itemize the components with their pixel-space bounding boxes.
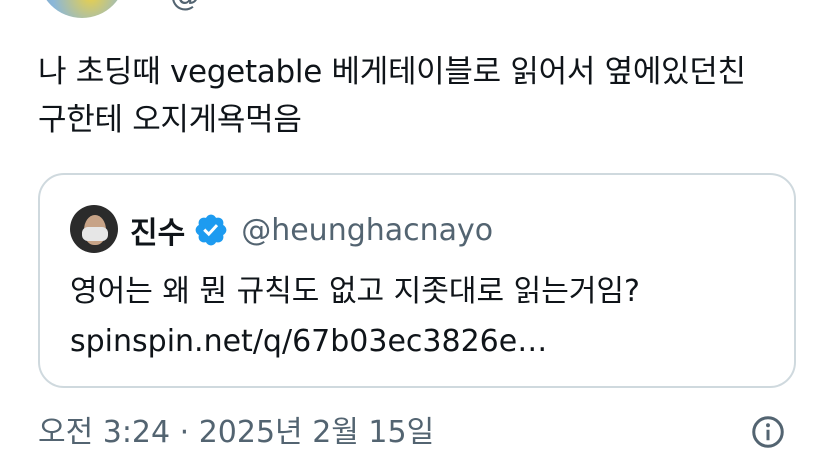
author-handle[interactable]: @ — [170, 0, 200, 13]
quote-author-handle[interactable]: @heunghacnayo — [241, 213, 493, 248]
quote-link[interactable]: spinspin.net/q/67b03ec3826e… — [70, 317, 640, 367]
author-avatar[interactable] — [38, 0, 126, 18]
tweet-text: 나 초딩때 vegetable 베게테이블로 읽어서 옆에있던친 구한테 오지게… — [38, 48, 808, 144]
quote-text-line: 영어는 왜 뭔 규칙도 없고 지좃대로 읽는거임? — [70, 274, 640, 309]
tweet-text-line: 나 초딩때 vegetable 베게테이블로 읽어서 옆에있던친 — [38, 54, 746, 90]
quoted-tweet-card[interactable]: 진수 @heunghacnayo 영어는 왜 뭔 규칙도 없고 지좃대로 읽는거… — [38, 173, 796, 388]
avatar-mask — [82, 227, 108, 241]
quote-avatar[interactable] — [70, 205, 118, 253]
quote-header: 진수 @heunghacnayo — [130, 205, 493, 255]
verified-badge-icon — [195, 214, 227, 246]
info-icon[interactable] — [750, 414, 786, 450]
quote-author-name[interactable]: 진수 — [130, 208, 185, 252]
quote-body: 영어는 왜 뭔 규칙도 없고 지좃대로 읽는거임? spinspin.net/q… — [70, 267, 640, 367]
tweet-timestamp[interactable]: 오전 3:24 · 2025년 2월 15일 — [38, 407, 434, 451]
tweet-text-line: 구한테 오지게욕먹음 — [38, 102, 302, 138]
